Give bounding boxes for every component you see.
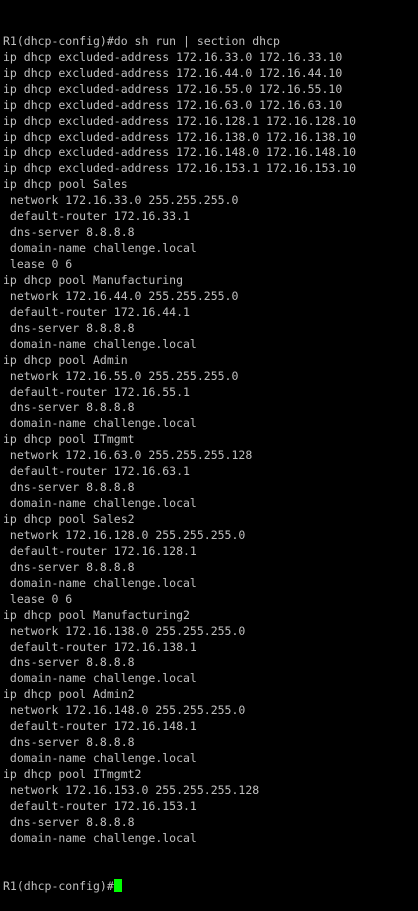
terminal-line: dns-server 8.8.8.8 [3, 480, 135, 495]
terminal-line: network 172.16.148.0 255.255.255.0 [3, 703, 246, 718]
terminal-line: R1(dhcp-config)#do sh run | section dhcp [3, 33, 280, 48]
terminal-line: network 172.16.33.0 255.255.255.0 [3, 193, 239, 208]
terminal-line: ip dhcp excluded-address 172.16.63.0 172… [3, 97, 343, 112]
terminal-line: domain-name challenge.local [3, 416, 197, 431]
terminal-line: ip dhcp excluded-address 172.16.138.0 17… [3, 129, 357, 144]
terminal-line: dns-server 8.8.8.8 [3, 559, 135, 574]
terminal-line: ip dhcp excluded-address 172.16.55.0 172… [3, 81, 343, 96]
terminal-line: domain-name challenge.local [3, 830, 197, 845]
terminal-line: default-router 172.16.55.1 [3, 384, 190, 399]
terminal-line: ip dhcp excluded-address 172.16.148.0 17… [3, 145, 357, 160]
terminal-line: domain-name challenge.local [3, 671, 197, 686]
terminal-line: ip dhcp excluded-address 172.16.128.1 17… [3, 113, 357, 128]
terminal-line: network 172.16.128.0 255.255.255.0 [3, 527, 246, 542]
terminal-line: dns-server 8.8.8.8 [3, 655, 135, 670]
terminal-line: ip dhcp pool ITmgmt [3, 432, 135, 447]
terminal-line: ip dhcp pool ITmgmt2 [3, 767, 142, 782]
terminal-line: domain-name challenge.local [3, 575, 197, 590]
terminal-line: dns-server 8.8.8.8 [3, 320, 135, 335]
terminal-line: network 172.16.63.0 255.255.255.128 [3, 448, 253, 463]
terminal-window[interactable]: R1(dhcp-config)#do sh run | section dhcp… [3, 2, 418, 911]
terminal-line: dns-server 8.8.8.8 [3, 814, 135, 829]
terminal-prompt-line[interactable]: R1(dhcp-config)# [3, 878, 418, 895]
terminal-line: ip dhcp pool Manufacturing2 [3, 607, 190, 622]
terminal-line: ip dhcp pool Sales [3, 177, 128, 192]
terminal-line: dns-server 8.8.8.8 [3, 735, 135, 750]
terminal-line: domain-name challenge.local [3, 241, 197, 256]
terminal-line: dns-server 8.8.8.8 [3, 225, 135, 240]
terminal-line: ip dhcp pool Admin [3, 352, 128, 367]
terminal-line: default-router 172.16.138.1 [3, 639, 197, 654]
terminal-line: default-router 172.16.148.1 [3, 719, 197, 734]
terminal-line: domain-name challenge.local [3, 496, 197, 511]
terminal-line: default-router 172.16.153.1 [3, 798, 197, 813]
terminal-line: network 172.16.44.0 255.255.255.0 [3, 288, 239, 303]
terminal-line: ip dhcp excluded-address 172.16.153.1 17… [3, 161, 357, 176]
terminal-line: dns-server 8.8.8.8 [3, 400, 135, 415]
terminal-line: default-router 172.16.128.1 [3, 543, 197, 558]
terminal-line: default-router 172.16.63.1 [3, 464, 190, 479]
terminal-cursor [113, 878, 122, 892]
terminal-line: domain-name challenge.local [3, 336, 197, 351]
terminal-prompt: R1(dhcp-config)# [3, 878, 114, 893]
terminal-line: lease 0 6 [3, 257, 73, 272]
terminal-line: lease 0 6 [3, 591, 73, 606]
terminal-line: ip dhcp pool Manufacturing [3, 272, 184, 287]
terminal-line: default-router 172.16.33.1 [3, 209, 190, 224]
terminal-line: ip dhcp excluded-address 172.16.44.0 172… [3, 65, 343, 80]
terminal-line: network 172.16.153.0 255.255.255.128 [3, 782, 260, 797]
terminal-output: R1(dhcp-config)#do sh run | section dhcp… [3, 34, 418, 847]
terminal-line: ip dhcp pool Sales2 [3, 512, 135, 527]
terminal-line: network 172.16.138.0 255.255.255.0 [3, 623, 246, 638]
terminal-line: network 172.16.55.0 255.255.255.0 [3, 368, 239, 383]
terminal-line: domain-name challenge.local [3, 751, 197, 766]
terminal-line: ip dhcp excluded-address 172.16.33.0 172… [3, 49, 343, 64]
terminal-line: default-router 172.16.44.1 [3, 304, 190, 319]
terminal-line: ip dhcp pool Admin2 [3, 687, 135, 702]
